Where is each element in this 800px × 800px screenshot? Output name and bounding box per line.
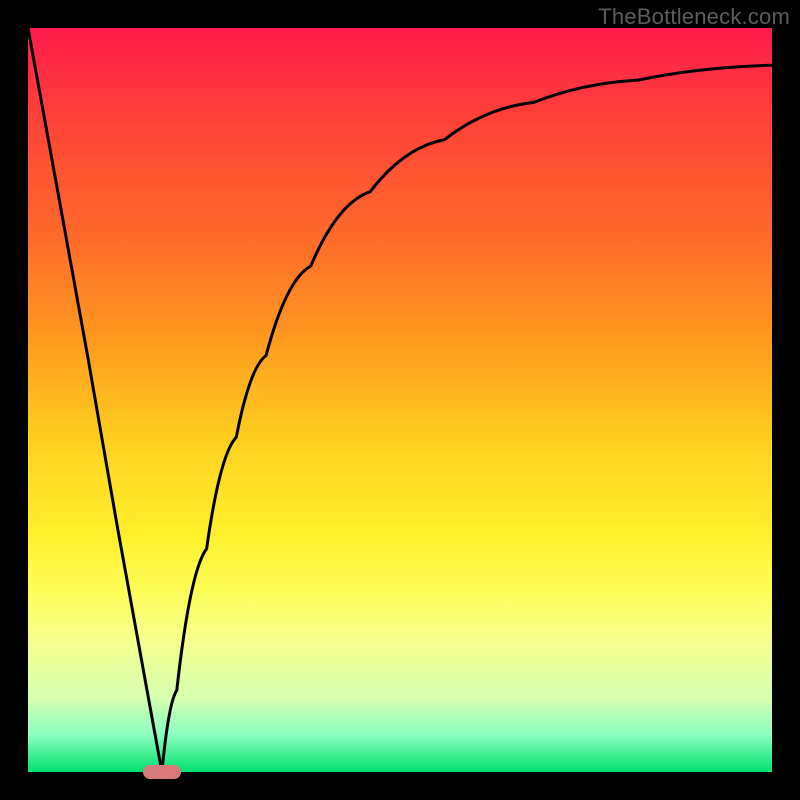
- curve-svg: [28, 28, 772, 772]
- minimum-marker: [143, 765, 181, 779]
- watermark-text: TheBottleneck.com: [598, 4, 790, 30]
- plot-area: [28, 28, 772, 772]
- bottleneck-curve: [28, 28, 772, 772]
- chart-frame: TheBottleneck.com: [0, 0, 800, 800]
